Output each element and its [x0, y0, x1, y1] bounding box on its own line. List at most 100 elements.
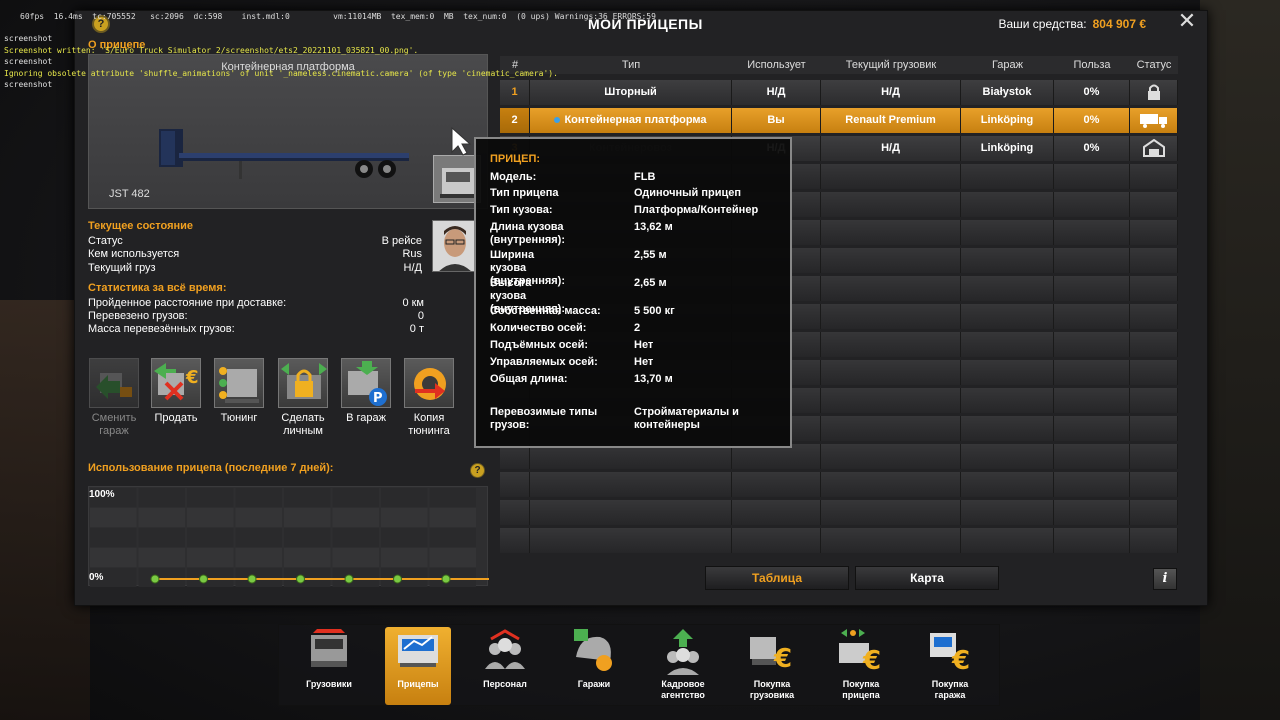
copy-tuning-button[interactable]: Копия тюнинга [402, 358, 456, 438]
usage-grid-cell [284, 488, 331, 507]
buy-truck-icon: € [748, 627, 796, 675]
usage-grid-cell [138, 508, 185, 527]
mass-value: 0 т [409, 323, 424, 335]
tooltip-value: 13,70 м [634, 373, 673, 385]
empty-cell [1054, 444, 1130, 469]
col-garage[interactable]: Гараж [961, 59, 1054, 71]
col-truck[interactable]: Текущий грузовик [821, 59, 961, 71]
empty-cell [1054, 248, 1130, 273]
license-plate: JST 482 [109, 188, 150, 200]
usage-point [344, 574, 354, 584]
cell-truck: Н/Д [821, 80, 961, 105]
table-row[interactable]: 1 Шторный Н/Д Н/Д Białystok 0% [500, 80, 1178, 105]
usage-grid-cell [429, 528, 476, 547]
lock-icon [1145, 83, 1163, 101]
usage-grid-cell [138, 568, 185, 587]
table-row [500, 472, 1178, 497]
nav-trucks[interactable]: Грузовики [296, 627, 362, 705]
usage-grid-cell [284, 508, 331, 527]
empty-cell [1054, 360, 1130, 385]
nav-staff[interactable]: Персонал [472, 627, 538, 705]
usage-point [247, 574, 257, 584]
empty-cell [1130, 416, 1178, 441]
sell-icon: € [154, 363, 199, 401]
nav-label: Прицепы [397, 679, 439, 689]
empty-cell [821, 304, 961, 329]
tooltip-value: 2,55 м [634, 249, 667, 261]
empty-cell [821, 276, 961, 301]
change-garage-button[interactable]: Сменить гараж [87, 358, 141, 438]
cell-truck: Н/Д [821, 136, 961, 161]
cell-garage: Białystok [961, 80, 1054, 105]
usage-grid-cell [381, 528, 428, 547]
empty-cell [1054, 304, 1130, 329]
empty-cell [961, 332, 1054, 357]
empty-cell [1130, 528, 1178, 553]
tooltip-value: Платформа/Контейнер [634, 204, 759, 216]
usage-grid-cell [429, 488, 476, 507]
nav-trailers[interactable]: Прицепы [385, 627, 451, 705]
nav-buy-trailer[interactable]: € Покупка прицепа [828, 627, 894, 705]
nav-buy-garage[interactable]: € Покупка гаража [917, 627, 983, 705]
parking-icon: P [348, 361, 387, 406]
empty-cell [961, 388, 1054, 413]
change-garage-icon [96, 373, 132, 399]
avatar[interactable] [432, 220, 476, 272]
cargo-value: Н/Д [403, 262, 422, 274]
info-button[interactable]: i [1153, 568, 1177, 590]
cell-benefit: 0% [1054, 80, 1130, 105]
nav-label: Покупка грузовика [749, 679, 795, 700]
tooltip-value: 2,65 м [634, 277, 667, 289]
table-row[interactable]: 2 Контейнерная платформа Вы Renault Premium… [500, 108, 1178, 133]
make-personal-button[interactable]: Сделать личным [276, 358, 330, 438]
trailer-image [159, 129, 409, 179]
usage-grid-cell [429, 568, 476, 587]
col-status[interactable]: Статус [1130, 59, 1178, 71]
tuning-button[interactable]: Тюнинг [212, 358, 266, 425]
empty-cell [732, 500, 821, 525]
cargo-label: Текущий груз [88, 262, 156, 274]
empty-cell [1130, 220, 1178, 245]
cell-status [1130, 136, 1178, 161]
usage-grid-cell [235, 488, 282, 507]
delivered-label: Перевезено грузов: [88, 310, 188, 322]
empty-cell [821, 360, 961, 385]
col-user[interactable]: Использует [732, 59, 821, 71]
usage-grid-cell [381, 508, 428, 527]
usage-grid-cell [381, 568, 428, 587]
usage-grid-cell [332, 528, 379, 547]
tab-table[interactable]: Таблица [705, 566, 849, 590]
padlock-icon [281, 363, 327, 399]
usage-grid-cell [429, 548, 476, 567]
nav-label: Кадровое агентство [661, 679, 705, 700]
empty-cell [961, 304, 1054, 329]
nav-buy-truck[interactable]: € Покупка грузовика [739, 627, 805, 705]
empty-cell [821, 444, 961, 469]
close-icon[interactable]: ✕ [1176, 10, 1198, 32]
usage-point [441, 574, 451, 584]
empty-cell [1054, 388, 1130, 413]
empty-cell [961, 472, 1054, 497]
empty-cell [821, 388, 961, 413]
usage-grid-cell [187, 488, 234, 507]
col-benefit[interactable]: Польза [1054, 59, 1130, 71]
sell-button[interactable]: € Продать [149, 358, 203, 425]
empty-cell [1054, 472, 1130, 497]
nav-garages[interactable]: Гаражи [561, 627, 627, 705]
empty-cell [1130, 388, 1178, 413]
table-row [500, 528, 1178, 553]
to-garage-button[interactable]: P В гараж [339, 358, 393, 425]
usage-help-icon[interactable]: ? [470, 463, 485, 478]
tooltip-key: Количество осей: [490, 322, 587, 334]
col-type[interactable]: Тип [530, 59, 732, 71]
tab-map[interactable]: Карта [855, 566, 999, 590]
usage-grid-cell [138, 488, 185, 507]
tooltip-key: Тип прицепа [490, 187, 559, 199]
empty-cell [530, 500, 732, 525]
empty-cell [732, 472, 821, 497]
empty-cell [530, 528, 732, 553]
nav-recruitment[interactable]: Кадровое агентство [650, 627, 716, 705]
usage-grid-cell [235, 528, 282, 547]
empty-cell [1054, 192, 1130, 217]
nav-label: Персонал [483, 679, 527, 689]
